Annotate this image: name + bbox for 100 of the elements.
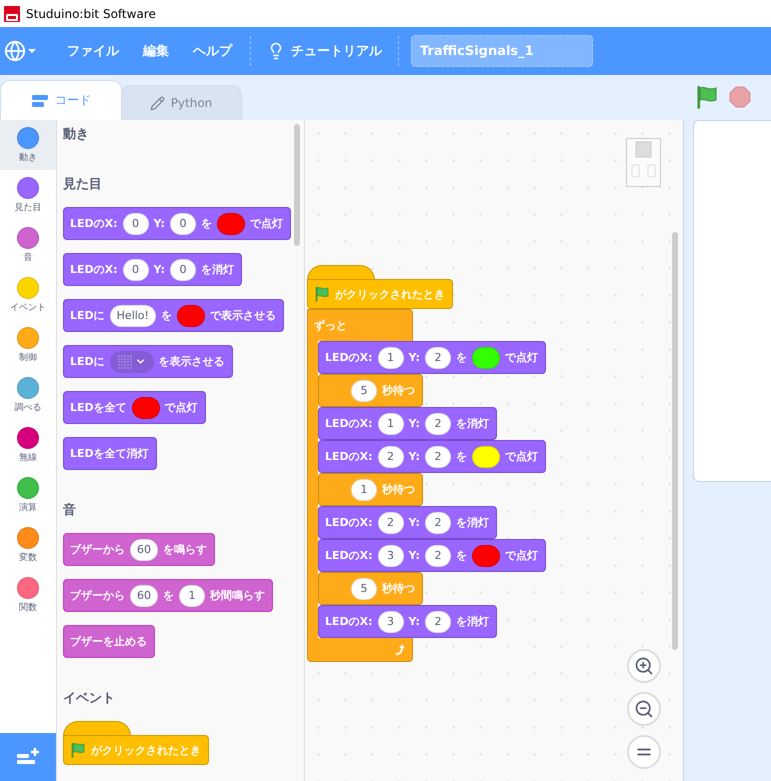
flag-icon <box>695 85 719 109</box>
reset-zoom-button[interactable] <box>627 735 661 769</box>
looks-block[interactable]: LEDに を表示させる <box>63 345 233 378</box>
looks-block[interactable]: LEDのX: 3 Y: 2 を で点灯 <box>318 539 546 572</box>
block-label: を消灯 <box>200 262 234 277</box>
block-label: で点灯 <box>504 449 538 464</box>
stop-icon <box>729 86 751 108</box>
block-label: ブザーから <box>70 588 125 603</box>
board-thumbnail-icon <box>626 138 661 187</box>
block-label: LEDのX: <box>325 548 373 563</box>
number-input[interactable]: 2 <box>424 346 451 368</box>
control-block[interactable]: 1 秒待つ <box>318 473 423 506</box>
category-item[interactable]: 音 <box>0 220 56 270</box>
block-label: LEDを全て消灯 <box>70 446 149 461</box>
block-label: ブザーを止める <box>70 634 147 649</box>
number-input[interactable]: 60 <box>130 538 158 560</box>
block-label: 秒待つ <box>382 482 415 497</box>
block-label: で表示させる <box>210 308 276 323</box>
number-input[interactable]: 1 <box>378 412 404 434</box>
looks-block[interactable]: LEDのX: 3 Y: 2 を消灯 <box>318 605 497 638</box>
looks-block[interactable]: LEDのX: 0 Y: 0 を消灯 <box>63 253 242 286</box>
looks-block[interactable]: LEDを全て消灯 <box>63 437 157 470</box>
number-input[interactable]: 2 <box>378 512 404 534</box>
number-input[interactable]: 2 <box>424 544 451 566</box>
number-input[interactable]: 0 <box>122 212 149 234</box>
number-input[interactable]: 60 <box>130 584 158 606</box>
sound-block[interactable]: ブザーを止める <box>63 625 155 658</box>
looks-block[interactable]: LEDのX: 2 Y: 2 を で点灯 <box>318 440 546 473</box>
block-label: LEDのX: <box>325 449 373 464</box>
color-swatch[interactable] <box>472 544 500 566</box>
control-block[interactable]: 5 秒待つ <box>318 572 423 605</box>
block-label: を <box>200 216 212 231</box>
number-input[interactable]: 2 <box>424 610 451 632</box>
color-swatch[interactable] <box>472 446 500 468</box>
number-input[interactable]: 2 <box>424 446 451 468</box>
pencil-icon <box>150 96 165 110</box>
start-button[interactable] <box>695 85 719 109</box>
block-label: 秒待つ <box>382 383 415 398</box>
color-swatch[interactable] <box>216 212 245 234</box>
caret-icon <box>27 48 37 54</box>
looks-block[interactable]: LEDのX: 1 Y: 2 を消灯 <box>318 407 497 440</box>
block-label: LEDのX: <box>325 416 373 431</box>
category-item[interactable]: 制御 <box>0 320 56 370</box>
number-input[interactable]: 1 <box>378 346 404 368</box>
number-input[interactable]: 2 <box>424 512 451 534</box>
number-input[interactable]: 3 <box>378 544 404 566</box>
looks-block[interactable]: LEDを全て で点灯 <box>63 391 206 424</box>
category-item[interactable]: 見た目 <box>0 170 56 220</box>
block-label: LEDのX: <box>70 262 118 277</box>
text-input[interactable]: Hello! <box>110 304 156 326</box>
number-input[interactable]: 0 <box>122 258 149 280</box>
category-item[interactable]: 無線 <box>0 420 56 470</box>
flag-icon <box>314 286 330 302</box>
category-item[interactable]: 関数 <box>0 570 56 620</box>
sound-block[interactable]: ブザーから 60 を鳴らす <box>63 533 215 566</box>
block-label: を <box>160 308 172 323</box>
number-input[interactable]: 1 <box>351 478 377 500</box>
number-input[interactable]: 1 <box>179 584 205 606</box>
category-item[interactable]: 調べる <box>0 370 56 420</box>
block-label: で点灯 <box>164 400 198 415</box>
looks-block[interactable]: LEDのX: 2 Y: 2 を消灯 <box>318 506 497 539</box>
zoom-in-button[interactable] <box>627 649 661 683</box>
zoom-out-button[interactable] <box>627 692 661 726</box>
add-extension-button[interactable] <box>0 733 56 781</box>
category-item[interactable]: 演算 <box>0 470 56 520</box>
block-label: で点灯 <box>504 350 538 365</box>
block-label: Y: <box>408 516 420 529</box>
block-label: LEDに <box>70 354 105 369</box>
led-matrix-dropdown[interactable] <box>110 350 154 372</box>
block-label: を鳴らす <box>163 542 207 557</box>
code-blocks-icon <box>31 94 49 108</box>
looks-block[interactable]: LEDに Hello! を で表示させる <box>63 299 284 332</box>
looks-block[interactable]: LEDのX: 1 Y: 2 を で点灯 <box>318 341 546 374</box>
sound-block[interactable]: ブザーから 60 を 1 秒間鳴らす <box>63 579 273 612</box>
block-label: Y: <box>154 217 165 230</box>
category-item[interactable]: イベント <box>0 270 56 320</box>
color-swatch[interactable] <box>132 396 160 418</box>
block-label: LEDに <box>70 308 105 323</box>
number-input[interactable]: 0 <box>170 258 196 280</box>
globe-icon <box>4 40 26 62</box>
number-input[interactable]: 3 <box>378 610 404 632</box>
block-label: Y: <box>408 351 420 364</box>
color-swatch[interactable] <box>472 346 500 368</box>
number-input[interactable]: 0 <box>170 212 196 234</box>
block-label: LEDのX: <box>325 515 373 530</box>
color-swatch[interactable] <box>176 304 205 326</box>
led-grid-icon <box>117 354 134 370</box>
looks-block[interactable]: LEDのX: 0 Y: 0 を で点灯 <box>63 207 291 240</box>
block-label: Y: <box>408 417 420 430</box>
category-item[interactable]: 動き <box>0 120 56 170</box>
window-title: Studuino:bit Software <box>26 6 156 20</box>
stop-button[interactable] <box>729 86 751 108</box>
category-item[interactable]: 変数 <box>0 520 56 570</box>
control-block[interactable]: 5 秒待つ <box>318 374 423 407</box>
number-input[interactable]: 2 <box>378 446 404 468</box>
number-input[interactable]: 2 <box>424 412 451 434</box>
block-label: がクリックされたとき <box>335 286 445 302</box>
number-input[interactable]: 5 <box>351 578 377 600</box>
block-label: 秒待つ <box>382 581 415 596</box>
number-input[interactable]: 5 <box>351 380 377 402</box>
